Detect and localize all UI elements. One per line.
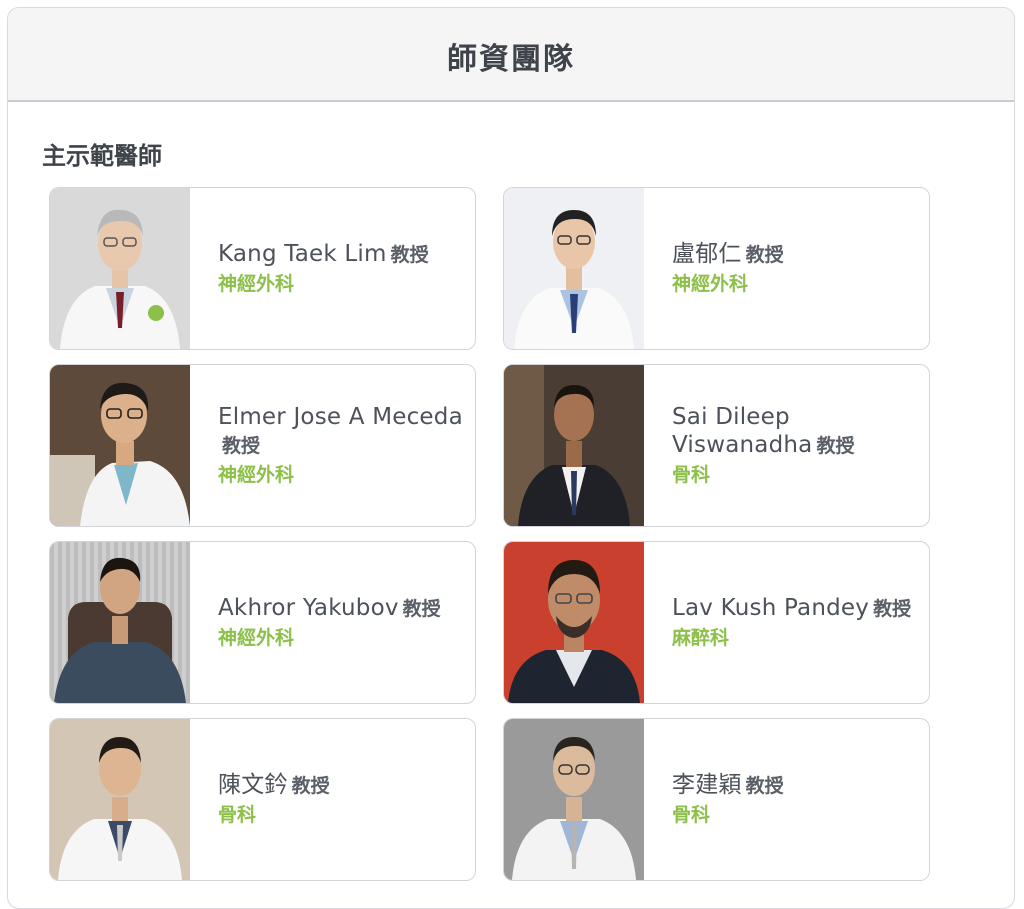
doctor-name: Lav Kush Pandey: [672, 595, 870, 621]
doctor-name: 盧郁仁: [672, 241, 742, 267]
doctor-name: Sai Dileep Viswanadha: [672, 404, 813, 458]
doctor-card[interactable]: Akhror Yakubov 教授 神經外科: [49, 541, 476, 704]
doctor-name: 李建穎: [672, 772, 742, 798]
doctor-rank: 教授: [745, 244, 784, 266]
doctor-department: 神經外科: [672, 273, 749, 295]
doctor-photo: [50, 365, 190, 526]
doctor-card[interactable]: Kang Taek Lim 教授 神經外科: [49, 187, 476, 350]
doctor-name: 陳文鈐: [218, 772, 288, 798]
doctor-department: 神經外科: [218, 627, 295, 649]
doctor-name: Kang Taek Lim: [218, 241, 387, 267]
doctor-department: 神經外科: [218, 464, 295, 486]
doctor-rank: 教授: [873, 598, 912, 620]
doctor-department: 骨科: [672, 464, 711, 486]
doctor-card[interactable]: Lav Kush Pandey 教授 麻醉科: [503, 541, 930, 704]
doctor-department: 骨科: [218, 804, 257, 826]
doctor-photo: [504, 719, 644, 880]
doctor-photo: [50, 719, 190, 880]
doctor-rank: 教授: [402, 598, 441, 620]
doctor-photo: [504, 365, 644, 526]
doctor-rank: 教授: [390, 244, 429, 266]
doctor-card[interactable]: Elmer Jose A Meceda 教授 神經外科: [49, 364, 476, 527]
doctor-name: Elmer Jose A Meceda: [218, 404, 463, 430]
panel-header: 師資團隊: [8, 8, 1014, 102]
doctor-rank: 教授: [816, 435, 855, 457]
doctor-department: 神經外科: [218, 273, 295, 295]
panel-title: 師資團隊: [447, 42, 575, 77]
doctor-rank: 教授: [291, 775, 330, 797]
section-title: 主示範醫師: [42, 142, 162, 170]
doctor-name: Akhror Yakubov: [218, 595, 399, 621]
doctor-department: 骨科: [672, 804, 711, 826]
doctor-department: 麻醉科: [672, 627, 730, 649]
doctor-photo: [50, 542, 190, 703]
doctor-card[interactable]: 李建穎 教授 骨科: [503, 718, 930, 881]
doctor-rank: 教授: [745, 775, 784, 797]
doctor-photo: [50, 188, 190, 349]
doctor-photo: [504, 188, 644, 349]
doctor-card[interactable]: Sai Dileep Viswanadha 教授 骨科: [503, 364, 930, 527]
doctor-card[interactable]: 陳文鈐 教授 骨科: [49, 718, 476, 881]
doctor-rank: 教授: [222, 435, 261, 457]
doctor-photo: [504, 542, 644, 703]
doctor-card[interactable]: 盧郁仁 教授 神經外科: [503, 187, 930, 350]
